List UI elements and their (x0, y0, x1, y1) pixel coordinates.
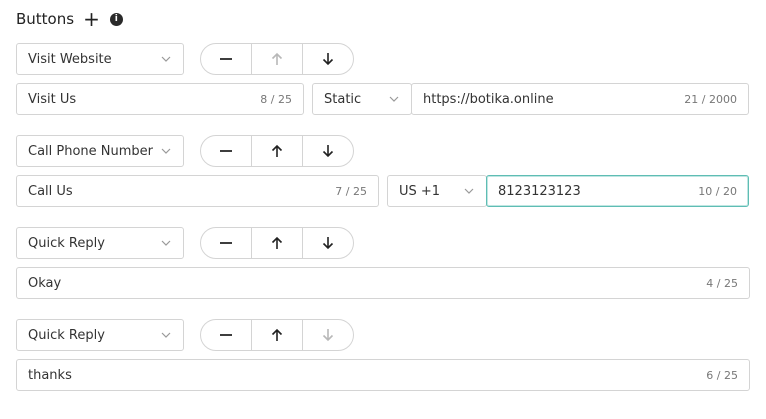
button-controls (200, 135, 354, 167)
url-type-select[interactable]: Static (312, 83, 412, 115)
button-type-value: Visit Website (28, 51, 112, 67)
url-type-value: Static (324, 91, 362, 107)
button-label-value: Okay (28, 275, 62, 291)
remove-button[interactable] (201, 44, 251, 74)
section-title: Buttons (16, 10, 75, 28)
button-label-input[interactable]: thanks 6 / 25 (16, 359, 750, 391)
arrow-down-icon (322, 237, 334, 250)
chevron-down-icon (464, 186, 474, 196)
move-up-button[interactable] (251, 320, 302, 350)
chevron-down-icon (389, 94, 399, 104)
move-down-button[interactable] (302, 44, 353, 74)
move-down-button[interactable] (302, 228, 353, 258)
plus-icon[interactable]: + (83, 9, 100, 29)
arrow-down-icon (322, 329, 334, 342)
move-down-button[interactable] (302, 320, 353, 350)
phone-number-input[interactable]: 8123123123 10 / 20 (486, 175, 749, 207)
url-input[interactable]: https://botika.online 21 / 2000 (411, 83, 749, 115)
button-label-value: Visit Us (28, 91, 77, 107)
chevron-down-icon (161, 146, 171, 156)
char-counter: 10 / 20 (698, 184, 737, 198)
button-label-input[interactable]: Visit Us 8 / 25 (16, 83, 304, 115)
chevron-down-icon (161, 238, 171, 248)
button-label-input[interactable]: Okay 4 / 25 (16, 267, 750, 299)
arrow-down-icon (322, 53, 334, 66)
chevron-down-icon (161, 54, 171, 64)
button-type-value: Call Phone Number (28, 143, 154, 159)
button-type-select[interactable]: Quick Reply (16, 227, 184, 259)
char-counter: 4 / 25 (706, 276, 738, 290)
buttons-section-header: Buttons + i (16, 8, 123, 30)
button-type-select[interactable]: Visit Website (16, 43, 184, 75)
arrow-up-icon (271, 328, 283, 341)
url-value: https://botika.online (423, 91, 554, 107)
move-up-button[interactable] (251, 44, 302, 74)
char-counter: 8 / 25 (260, 92, 292, 106)
arrow-up-icon (271, 236, 283, 249)
button-type-value: Quick Reply (28, 327, 105, 343)
button-label-value: thanks (28, 367, 72, 383)
move-down-button[interactable] (302, 136, 353, 166)
arrow-up-icon (271, 52, 283, 65)
info-icon[interactable]: i (109, 12, 123, 26)
move-up-button[interactable] (251, 136, 302, 166)
button-label-input[interactable]: Call Us 7 / 25 (16, 175, 379, 207)
char-counter: 21 / 2000 (684, 92, 737, 106)
country-code-value: US +1 (399, 183, 441, 199)
button-controls (200, 43, 354, 75)
chevron-down-icon (161, 330, 171, 340)
country-code-select[interactable]: US +1 (387, 175, 487, 207)
move-up-button[interactable] (251, 228, 302, 258)
button-controls (200, 319, 354, 351)
char-counter: 6 / 25 (706, 368, 738, 382)
char-counter: 7 / 25 (335, 184, 367, 198)
button-label-value: Call Us (28, 183, 73, 199)
button-controls (200, 227, 354, 259)
arrow-down-icon (322, 145, 334, 158)
button-type-select[interactable]: Call Phone Number (16, 135, 184, 167)
remove-button[interactable] (201, 320, 251, 350)
phone-number-value: 8123123123 (498, 183, 581, 199)
button-type-select[interactable]: Quick Reply (16, 319, 184, 351)
button-type-value: Quick Reply (28, 235, 105, 251)
remove-button[interactable] (201, 136, 251, 166)
remove-button[interactable] (201, 228, 251, 258)
arrow-up-icon (271, 144, 283, 157)
